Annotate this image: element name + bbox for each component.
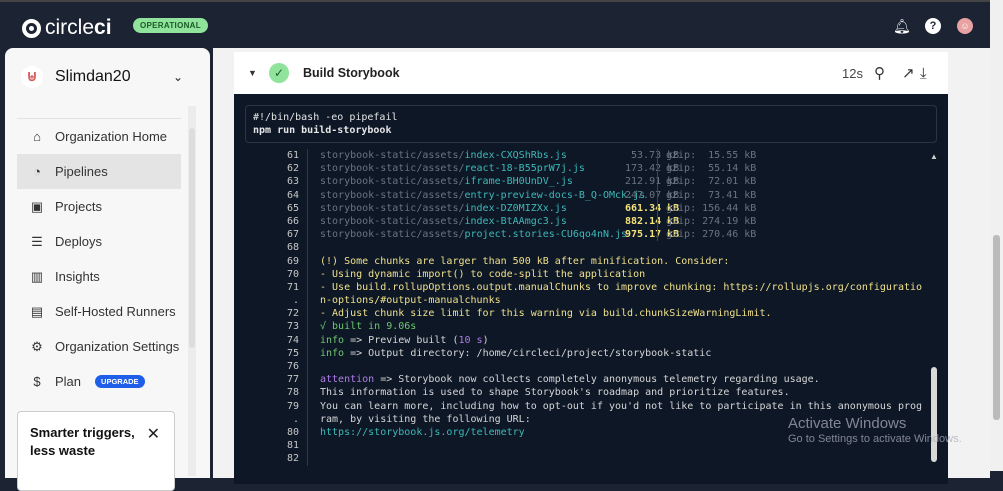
log-line: 65 storybook-static/assets/index-DZ0MIZXx…: [234, 201, 934, 215]
close-icon[interactable]: ✕: [147, 424, 160, 444]
sidebar-item-plan[interactable]: $ Plan UPGRADE: [17, 364, 181, 399]
sidebar-item-organization-home[interactable]: ⌂ Organization Home: [17, 119, 181, 154]
log-line: 79 You can learn more, including how to o…: [234, 399, 934, 413]
log-line: 67 storybook-static/assets/project.storie…: [234, 228, 934, 242]
log-line: 77 attention => Storybook now collects co…: [234, 373, 934, 387]
log-line: 62 storybook-static/assets/react-18-B55pr…: [234, 162, 934, 176]
log-line: 71- Use build.rollupOptions.output.manua…: [234, 280, 934, 295]
gear-icon: ⚙: [31, 338, 43, 354]
log-line: 61 storybook-static/assets/index-CXQShRbs…: [234, 149, 934, 163]
home-icon: ⌂: [33, 129, 41, 144]
sidebar-nav: ⌂ Organization Home ◔ Pipelines ▣ Projects ☰ De…: [17, 118, 181, 399]
windows-watermark-subtitle: Go to Settings to activate Windows.: [788, 433, 962, 445]
page-scrollbar[interactable]: [990, 0, 1003, 471]
user-avatar[interactable]: ☺: [957, 18, 973, 34]
main-content: ▼ ✓ Build Storybook 12s ⚲ ↗ ⤓ #!/bin/bas…: [213, 48, 990, 484]
log-line: 74 info => Preview built (10 s): [234, 333, 934, 347]
top-navbar: circle ci OPERATIONAL 🔔︎ ? ☺: [0, 0, 990, 48]
projects-icon: ▣: [30, 198, 44, 214]
circleci-logo[interactable]: circle ci: [22, 16, 112, 40]
step-header[interactable]: ▼ ✓ Build Storybook 12s ⚲ ↗ ⤓: [234, 52, 948, 94]
log-line: . n-options/#output-manualchunks: [234, 294, 934, 308]
command-box: #!/bin/bash -eo pipefail npm run build-s…: [245, 105, 937, 143]
sidebar-item-deploys[interactable]: ☰ Deploys: [17, 224, 181, 259]
step-duration: 12s: [842, 65, 863, 81]
pipelines-icon: ◔: [33, 164, 41, 179]
sidebar-item-self-hosted-runners[interactable]: ▤ Self-Hosted Runners: [17, 294, 181, 329]
insights-icon: ▥: [30, 268, 44, 284]
windows-watermark-title: Activate Windows: [788, 415, 907, 432]
upgrade-badge[interactable]: UPGRADE: [95, 375, 145, 388]
deploys-icon: ☰: [31, 233, 43, 249]
log-line: 76: [234, 360, 934, 374]
sidebar-item-insights[interactable]: ▥ Insights: [17, 259, 181, 294]
sidebar-item-projects[interactable]: ▣ Projects: [17, 189, 181, 224]
log-line: 70- Using dynamic import() to code-split…: [234, 267, 934, 281]
log-line: 78 This information is used to shape Stor…: [234, 386, 934, 400]
log-line: 73 √ built in 9.06s: [234, 320, 934, 334]
log-line: 68: [234, 241, 934, 255]
page-scrollbar-thumb[interactable]: [993, 235, 1000, 420]
log-line: 82: [234, 452, 934, 466]
scroll-up-icon[interactable]: ▲: [930, 152, 938, 161]
status-badge[interactable]: OPERATIONAL: [133, 18, 208, 33]
caret-down-icon[interactable]: ▼: [248, 68, 257, 78]
sidebar-item-pipelines[interactable]: ◔ Pipelines: [17, 154, 181, 189]
promo-card: Smarter triggers, less waste ✕: [17, 411, 175, 491]
org-switcher[interactable]: ⊎ Slimdan20: [21, 66, 131, 88]
log-line: 63 storybook-static/assets/iframe-BH0UnDV…: [234, 175, 934, 189]
open-external-icon[interactable]: ↗: [902, 64, 915, 82]
dollar-icon: $: [33, 374, 41, 389]
search-icon[interactable]: ⚲: [874, 64, 885, 82]
success-check-icon: ✓: [269, 63, 289, 83]
circleci-logo-icon: [22, 18, 41, 38]
log-line: 66 storybook-static/assets/index-BtAAmgc3…: [234, 214, 934, 229]
chevron-down-icon[interactable]: ⌄: [173, 70, 183, 84]
org-avatar: ⊎: [21, 66, 43, 88]
sidebar-item-organization-settings[interactable]: ⚙ Organization Settings: [17, 329, 181, 364]
log-line: 69 (!) Some chunks are larger than 500 kB…: [234, 254, 934, 268]
help-icon[interactable]: ?: [925, 18, 941, 34]
step-title: Build Storybook: [303, 66, 400, 80]
runners-icon: ▤: [30, 303, 44, 319]
terminal-scrollbar[interactable]: ▲: [930, 152, 938, 472]
terminal-scrollbar-thumb[interactable]: [931, 367, 937, 462]
log-line: 72- Adjust chunk size limit for this war…: [234, 307, 934, 321]
sidebar-scrollbar-thumb[interactable]: [189, 128, 195, 348]
bell-icon[interactable]: 🔔︎: [893, 18, 911, 34]
log-line: 75 info => Output directory: /home/circle…: [234, 346, 934, 360]
download-icon[interactable]: ⤓: [920, 65, 927, 82]
sidebar: ⊎ Slimdan20 ⌄ ⌂ Organization Home ◔ Pipeline…: [5, 48, 210, 491]
log-line: 64 storybook-static/assets/entry-preview-…: [234, 188, 934, 202]
